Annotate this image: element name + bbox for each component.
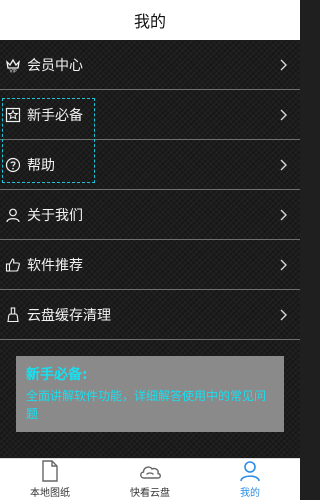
- tab-cloud-drive[interactable]: 快看云盘: [100, 459, 200, 500]
- guide-tooltip[interactable]: 新手必备: 全面讲解软件功能，详细解答使用中的常见问题: [16, 356, 284, 432]
- menu-item-label: 关于我们: [27, 207, 83, 224]
- tab-mine[interactable]: 我的: [200, 459, 300, 500]
- tab-label: 快看云盘: [130, 488, 170, 499]
- chevron-right-icon: [280, 109, 287, 120]
- menu-item-label: 会员中心: [27, 57, 83, 74]
- menu-item-beginner-guide[interactable]: 新手必备: [0, 90, 300, 140]
- tab-local-drawings[interactable]: 本地图纸: [0, 459, 100, 500]
- document-icon: [42, 460, 58, 482]
- bottom-tab-bar: 本地图纸 快看云盘 我的: [0, 458, 300, 500]
- user-icon: [5, 207, 21, 223]
- tab-label: 我的: [240, 488, 260, 499]
- menu-item-clear-cache[interactable]: 云盘缓存清理: [0, 290, 300, 340]
- page-title: 我的: [133, 12, 166, 31]
- menu-item-vip-center[interactable]: VIP 会员中心: [0, 40, 300, 90]
- menu-item-label: 新手必备: [27, 107, 83, 124]
- menu-item-label: 软件推荐: [27, 257, 83, 274]
- menu-item-help[interactable]: 帮助: [0, 140, 300, 190]
- tab-label: 本地图纸: [30, 488, 70, 499]
- chevron-right-icon: [280, 259, 287, 270]
- chevron-right-icon: [280, 159, 287, 170]
- chevron-right-icon: [280, 309, 287, 320]
- svg-text:VIP: VIP: [9, 68, 16, 73]
- menu-area: VIP 会员中心 新手必备 帮助 关于我们 软件推荐 云盘缓存清理 新手必备: …: [0, 40, 300, 458]
- question-circle-icon: [5, 157, 21, 173]
- chevron-right-icon: [280, 59, 287, 70]
- star-box-icon: [5, 107, 21, 123]
- menu-item-software-recommend[interactable]: 软件推荐: [0, 240, 300, 290]
- chevron-right-icon: [280, 209, 287, 220]
- tooltip-title: 新手必备:: [26, 367, 88, 383]
- thumbs-up-icon: [5, 257, 21, 273]
- cloud-icon: [140, 466, 161, 479]
- broom-icon: [5, 306, 21, 323]
- menu-item-about-us[interactable]: 关于我们: [0, 190, 300, 240]
- page-title-bar: 我的: [0, 0, 300, 40]
- vip-crown-icon: VIP: [5, 57, 21, 73]
- menu-item-label: 云盘缓存清理: [27, 307, 111, 324]
- menu-item-label: 帮助: [27, 157, 55, 174]
- tooltip-body: 全面讲解软件功能，详细解答使用中的常见问题: [26, 389, 267, 421]
- person-icon: [240, 461, 260, 482]
